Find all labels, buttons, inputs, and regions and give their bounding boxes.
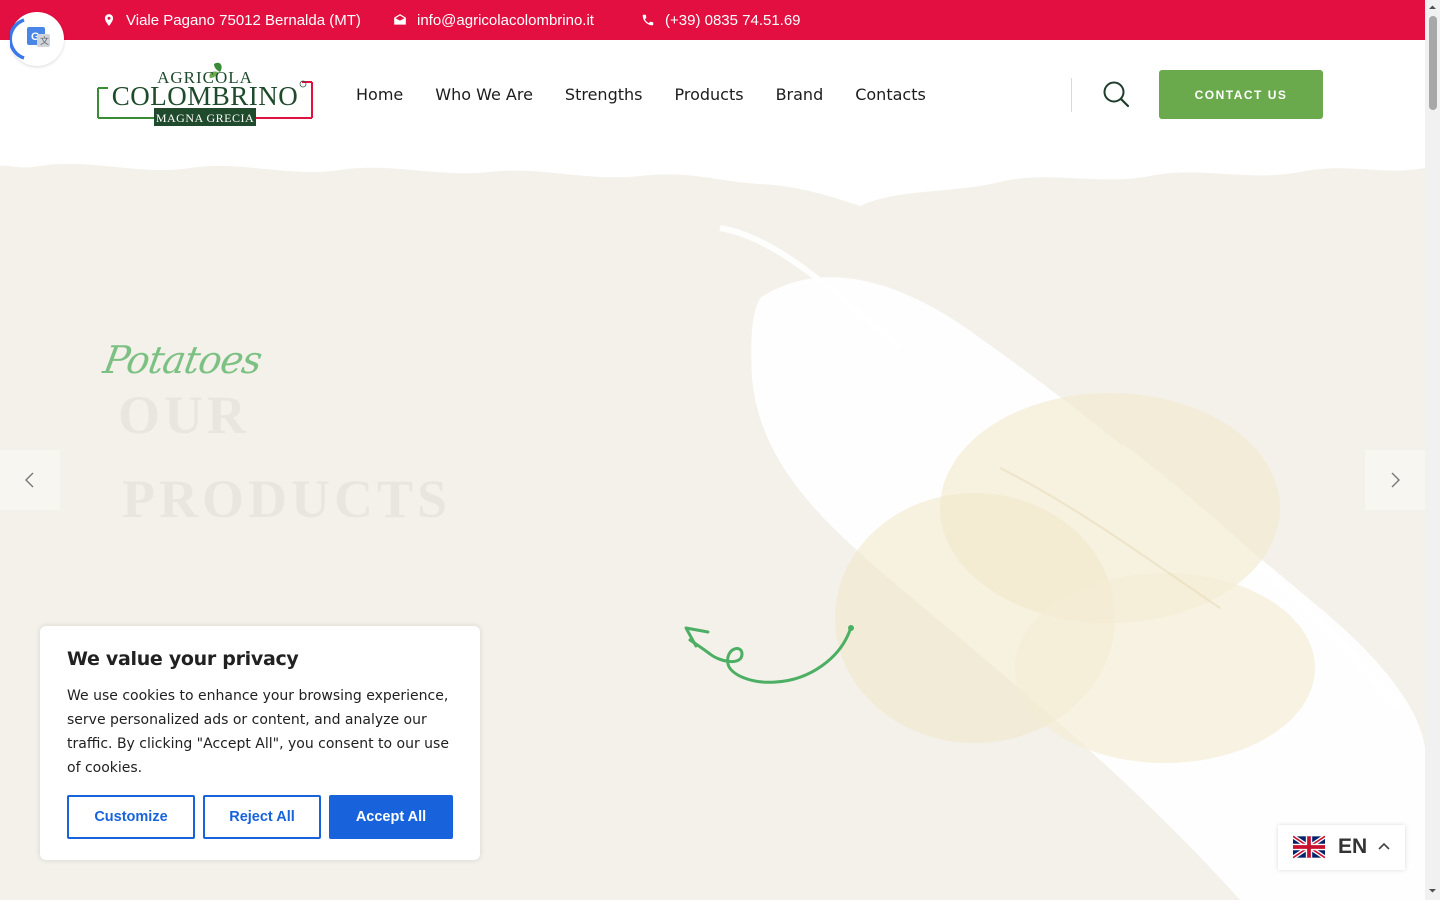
cookie-accept-button[interactable]: Accept All [329, 795, 453, 839]
nav-contacts[interactable]: Contacts [855, 85, 926, 104]
address-text: Viale Pagano 75012 Bernalda (MT) [126, 11, 361, 29]
hero-heading-line-1: OUR [118, 384, 250, 446]
logo-line-3: MAGNA GRECIA [156, 111, 254, 125]
hero-script-title: Potatoes [100, 338, 265, 382]
cookie-customize-button[interactable]: Customize [67, 795, 195, 839]
svg-text:文: 文 [40, 35, 49, 46]
scroll-down-arrow-icon[interactable] [1428, 886, 1437, 895]
cookie-consent-banner: We value your privacy We use cookies to … [40, 626, 480, 860]
search-icon [1103, 81, 1130, 108]
chevron-up-icon [1378, 842, 1390, 850]
site-logo[interactable]: AGRICOLA COLOMBRINO MAGNA GRECIA [96, 60, 314, 128]
language-code: EN [1338, 835, 1368, 858]
search-button[interactable] [1102, 80, 1130, 108]
nav-who-we-are[interactable]: Who We Are [435, 85, 533, 104]
site-header: AGRICOLA COLOMBRINO MAGNA GRECIA Home Wh… [0, 40, 1425, 148]
translate-widget-button[interactable]: G 文 [8, 12, 64, 66]
logo-line-2: COLOMBRINO [112, 81, 299, 111]
nav-home[interactable]: Home [356, 85, 403, 104]
nav-products[interactable]: Products [674, 85, 743, 104]
phone-item[interactable]: (+39) 0835 74.51.69 [641, 0, 801, 40]
main-navigation: Home Who We Are Strengths Products Brand… [356, 40, 958, 148]
scrollbar-thumb[interactable] [1429, 16, 1437, 110]
nav-strengths[interactable]: Strengths [565, 85, 643, 104]
top-info-bar: Viale Pagano 75012 Bernalda (MT) info@ag… [0, 0, 1425, 40]
hero-heading-line-2: PRODUCTS [122, 468, 451, 530]
nav-brand[interactable]: Brand [776, 85, 824, 104]
slider-next-button[interactable] [1365, 450, 1425, 510]
uk-flag-icon [1293, 835, 1325, 859]
phone-link[interactable]: (+39) 0835 74.51.69 [665, 12, 801, 29]
page-scrollbar[interactable] [1425, 0, 1440, 900]
cookie-body: We use cookies to enhance your browsing … [67, 688, 449, 776]
header-divider [1071, 78, 1072, 112]
cookie-reject-button[interactable]: Reject All [203, 795, 321, 839]
email-item[interactable]: info@agricolacolombrino.it [393, 0, 594, 40]
scroll-up-arrow-icon[interactable] [1428, 3, 1437, 12]
chevron-right-icon [1391, 472, 1400, 488]
envelope-icon [394, 14, 406, 25]
phone-icon [642, 14, 654, 26]
location-pin-icon [104, 14, 114, 26]
email-link[interactable]: info@agricolacolombrino.it [417, 12, 594, 29]
cookie-actions: Customize Reject All Accept All [67, 795, 453, 839]
language-selector[interactable]: EN [1278, 825, 1405, 870]
chevron-left-icon [25, 472, 34, 488]
google-translate-icon: G 文 [8, 18, 50, 60]
slider-prev-button[interactable] [0, 450, 60, 510]
address-item: Viale Pagano 75012 Bernalda (MT) [102, 0, 361, 40]
curved-arrow-decoration [684, 625, 854, 684]
cookie-title: We value your privacy [67, 648, 299, 670]
contact-us-button[interactable]: CONTACT US [1159, 70, 1323, 119]
